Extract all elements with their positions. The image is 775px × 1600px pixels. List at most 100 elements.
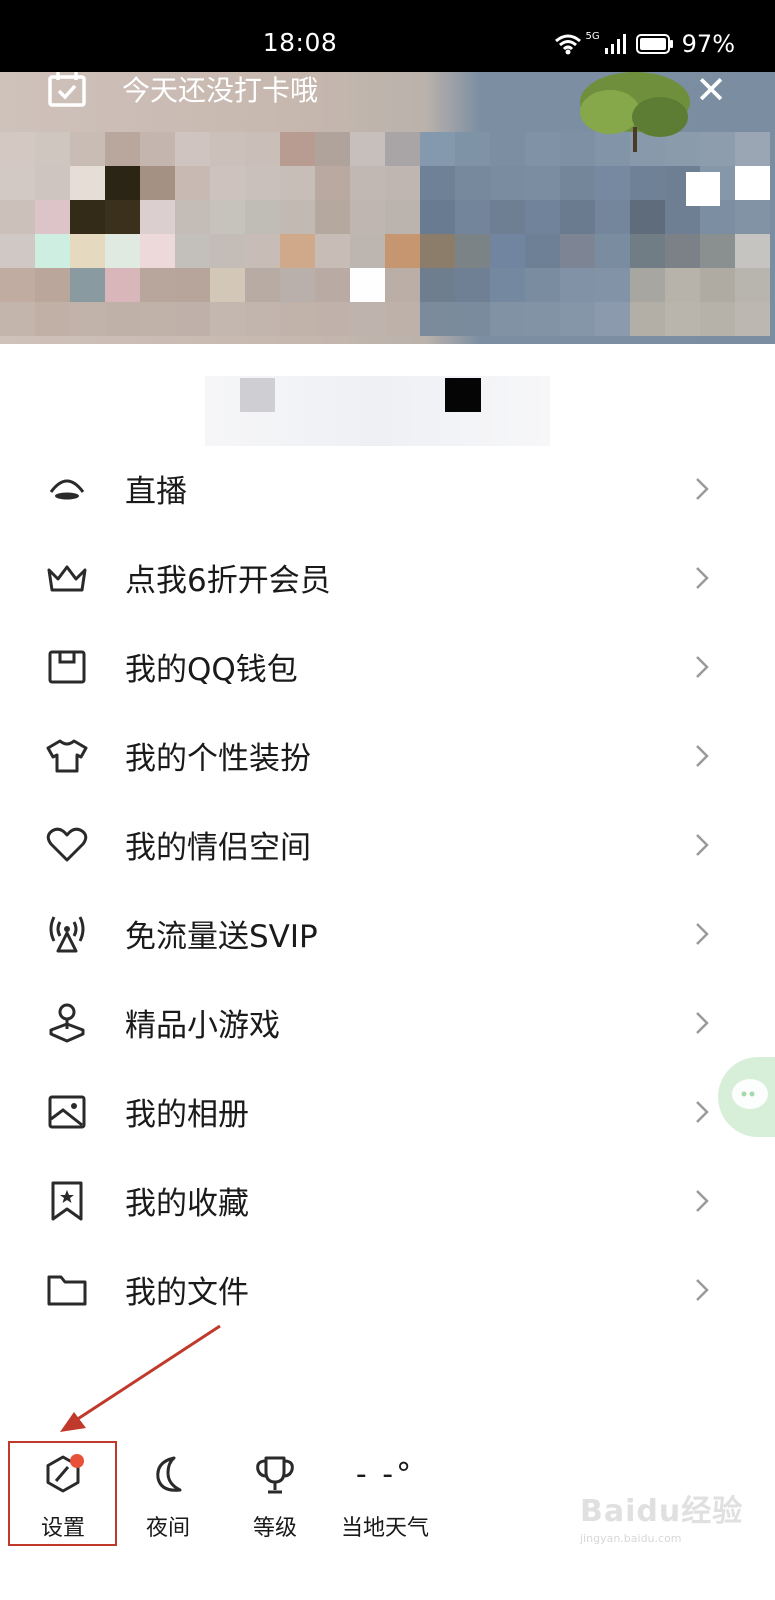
mosaic-pixel <box>175 302 210 336</box>
mosaic-pixel <box>210 234 245 268</box>
mosaic-pixel <box>350 132 385 166</box>
bookmark-star-icon <box>45 1180 89 1222</box>
chevron-right-icon <box>696 478 709 500</box>
profile-background-image: 今天还没打卡哦 ✕ <box>0 72 775 344</box>
mosaic-pixel <box>350 200 385 234</box>
mosaic-pixel <box>140 166 175 200</box>
chevron-right-icon <box>696 834 709 856</box>
menu-item-theme[interactable]: 我的个性装扮 <box>0 711 775 800</box>
mosaic-pixel <box>630 268 665 302</box>
settings-button[interactable]: 设置 <box>8 1452 118 1542</box>
level-button[interactable]: 等级 <box>220 1452 330 1542</box>
mosaic-pixel <box>455 166 490 200</box>
menu-item-free-data[interactable]: 免流量送SVIP <box>0 889 775 978</box>
mosaic-pixel <box>700 132 735 166</box>
mosaic-pixel <box>35 166 70 200</box>
pixel-block <box>445 378 481 412</box>
close-icon[interactable]: ✕ <box>695 72 727 112</box>
moon-icon <box>156 1456 182 1492</box>
settings-hexagon-icon <box>46 1454 84 1493</box>
menu-item-mini-games[interactable]: 精品小游戏 <box>0 978 775 1067</box>
chevron-right-icon <box>696 1012 709 1034</box>
wallet-icon <box>45 646 89 688</box>
pixel-block <box>686 172 720 206</box>
mosaic-pixel <box>420 268 455 302</box>
mosaic-pixel <box>490 200 525 234</box>
menu-item-couple-space[interactable]: 我的情侣空间 <box>0 800 775 889</box>
menu-item-label: 点我6折开会员 <box>125 563 331 599</box>
mosaic-pixel <box>700 234 735 268</box>
mosaic-pixel <box>350 234 385 268</box>
menu-item-vip[interactable]: 点我6折开会员 <box>0 533 775 622</box>
mosaic-pixel <box>630 234 665 268</box>
menu-item-favorites[interactable]: 我的收藏 <box>0 1156 775 1245</box>
checkin-banner[interactable]: 今天还没打卡哦 <box>48 72 318 107</box>
plant-decoration <box>580 72 690 152</box>
mosaic-pixel <box>455 200 490 234</box>
mosaic-pixel <box>70 268 105 302</box>
mosaic-pixel <box>315 302 350 336</box>
signal-tower-icon <box>45 913 89 955</box>
mosaic-pixel <box>490 268 525 302</box>
annotation-arrow <box>60 1324 221 1432</box>
mosaic-pixel <box>35 268 70 302</box>
chat-bubble-icon <box>732 1079 768 1109</box>
notification-badge <box>70 1454 84 1468</box>
mosaic-pixel <box>350 302 385 336</box>
chevron-right-icon <box>696 567 709 589</box>
battery-level: 97% <box>681 30 735 58</box>
mosaic-pixel <box>455 132 490 166</box>
mosaic-pixel <box>210 200 245 234</box>
mosaic-pixel <box>280 166 315 200</box>
mosaic-pixel <box>245 200 280 234</box>
profile-info[interactable] <box>0 344 775 454</box>
mosaic-pixel <box>735 132 770 166</box>
chevron-right-icon <box>696 1101 709 1123</box>
mosaic-pixel <box>595 234 630 268</box>
night-mode-button[interactable]: 夜间 <box>113 1452 223 1542</box>
mosaic-pixel <box>700 268 735 302</box>
mosaic-pixel <box>630 200 665 234</box>
settings-label: 设置 <box>40 1516 85 1541</box>
mosaic-pixel <box>420 166 455 200</box>
mosaic-pixel <box>70 132 105 166</box>
mosaic-pixel <box>525 268 560 302</box>
calendar-check-icon <box>48 72 86 107</box>
mosaic-pixel <box>490 132 525 166</box>
mosaic-pixel <box>350 166 385 200</box>
mosaic-pixel <box>490 166 525 200</box>
mosaic-pixel <box>560 200 595 234</box>
weather-button[interactable]: - -° 当地天气 <box>330 1452 440 1542</box>
weather-placeholder-icon: - -° <box>355 1456 415 1492</box>
mosaic-pixel <box>245 132 280 166</box>
baidu-watermark: Baidu经验 jingyan.baidu.com <box>580 1486 743 1545</box>
menu-item-label: 我的个性装扮 <box>125 741 311 777</box>
mosaic-pixel <box>0 166 35 200</box>
mosaic-pixel <box>70 166 105 200</box>
cell-signal-icon <box>604 34 626 54</box>
mosaic-pixel <box>105 200 140 234</box>
menu-item-wallet[interactable]: 我的QQ钱包 <box>0 622 775 711</box>
level-label: 等级 <box>252 1516 297 1541</box>
mosaic-pixel <box>595 200 630 234</box>
menu-item-label: 我的相册 <box>125 1097 249 1133</box>
menu-item-album[interactable]: 我的相册 <box>0 1067 775 1156</box>
watermark-url: jingyan.baidu.com <box>580 1532 682 1545</box>
mosaic-pixel <box>70 200 105 234</box>
mosaic-pixel <box>175 166 210 200</box>
mosaic-pixel <box>595 302 630 336</box>
mosaic-pixel <box>280 302 315 336</box>
mosaic-pixel <box>560 166 595 200</box>
mosaic-pixel <box>245 234 280 268</box>
mosaic-pixel <box>140 132 175 166</box>
mosaic-pixel <box>245 166 280 200</box>
mosaic-pixel <box>525 302 560 336</box>
mosaic-pixel <box>490 302 525 336</box>
mosaic-pixel <box>420 234 455 268</box>
mosaic-pixel <box>315 268 350 302</box>
menu-item-live[interactable]: 直播 <box>0 444 775 533</box>
mosaic-pixel <box>210 302 245 336</box>
mosaic-pixel <box>385 166 420 200</box>
wifi-icon <box>554 34 581 55</box>
mosaic-pixel <box>385 268 420 302</box>
